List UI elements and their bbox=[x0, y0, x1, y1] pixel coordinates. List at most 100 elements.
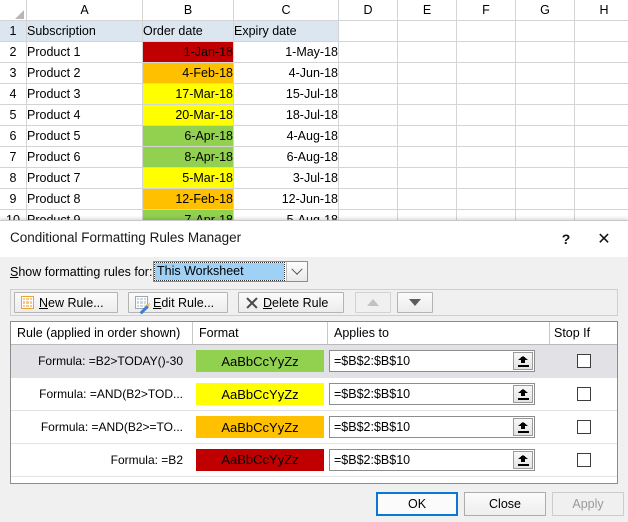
column-header-f[interactable]: F bbox=[457, 0, 516, 21]
cell-a2[interactable]: Product 1 bbox=[27, 42, 143, 63]
cell-f3[interactable] bbox=[457, 63, 516, 84]
cell-h3[interactable] bbox=[575, 63, 628, 84]
cell-g5[interactable] bbox=[516, 105, 575, 126]
select-all-corner[interactable] bbox=[0, 0, 27, 21]
move-rule-up-button[interactable] bbox=[355, 292, 391, 313]
cell-h2[interactable] bbox=[575, 42, 628, 63]
row-header-5[interactable]: 5 bbox=[0, 105, 27, 126]
cell-b4[interactable]: 17-Mar-18 bbox=[143, 84, 234, 105]
cell-f7[interactable] bbox=[457, 147, 516, 168]
cell-e9[interactable] bbox=[398, 189, 457, 210]
table-row[interactable]: 5Product 420-Mar-1818-Jul-18 bbox=[0, 105, 628, 126]
cell-h6[interactable] bbox=[575, 126, 628, 147]
cell-h9[interactable] bbox=[575, 189, 628, 210]
cell-e1[interactable] bbox=[398, 21, 457, 42]
chevron-down-icon[interactable] bbox=[286, 262, 307, 281]
cell-d9[interactable] bbox=[339, 189, 398, 210]
ok-button[interactable]: OK bbox=[376, 492, 458, 516]
rules-list[interactable]: Rule (applied in order shown) Format App… bbox=[10, 321, 618, 484]
cell-a3[interactable]: Product 2 bbox=[27, 63, 143, 84]
cell-c1[interactable]: Expiry date bbox=[234, 21, 339, 42]
stop-if-true-checkbox[interactable] bbox=[577, 420, 591, 434]
cell-a1[interactable]: Subscription bbox=[27, 21, 143, 42]
applies-to-input[interactable]: =$B$2:$B$10 bbox=[329, 416, 535, 438]
table-row[interactable]: 1 Subscription Order date Expiry date bbox=[0, 21, 628, 42]
cell-h4[interactable] bbox=[575, 84, 628, 105]
cell-e2[interactable] bbox=[398, 42, 457, 63]
range-selector-icon[interactable] bbox=[513, 451, 533, 469]
rule-row[interactable]: Formula: =AND(B2>=TO...AaBbCcYyZz=$B$2:$… bbox=[11, 411, 617, 444]
cell-d1[interactable] bbox=[339, 21, 398, 42]
cell-b5[interactable]: 20-Mar-18 bbox=[143, 105, 234, 126]
cell-b3[interactable]: 4-Feb-18 bbox=[143, 63, 234, 84]
cell-b1[interactable]: Order date bbox=[143, 21, 234, 42]
cell-a8[interactable]: Product 7 bbox=[27, 168, 143, 189]
help-icon[interactable]: ? bbox=[546, 221, 586, 257]
applies-to-input[interactable]: =$B$2:$B$10 bbox=[329, 449, 535, 471]
row-header-4[interactable]: 4 bbox=[0, 84, 27, 105]
stop-if-true-checkbox[interactable] bbox=[577, 387, 591, 401]
cell-a9[interactable]: Product 8 bbox=[27, 189, 143, 210]
cell-b9[interactable]: 12-Feb-18 bbox=[143, 189, 234, 210]
rule-format-preview[interactable]: AaBbCcYyZz bbox=[196, 350, 324, 372]
move-rule-down-button[interactable] bbox=[397, 292, 433, 313]
table-row[interactable]: 7Product 68-Apr-186-Aug-18 bbox=[0, 147, 628, 168]
cell-g8[interactable] bbox=[516, 168, 575, 189]
cell-c9[interactable]: 12-Jun-18 bbox=[234, 189, 339, 210]
cell-d4[interactable] bbox=[339, 84, 398, 105]
rule-row[interactable]: Formula: =AND(B2>TOD...AaBbCcYyZz=$B$2:$… bbox=[11, 378, 617, 411]
column-header-h[interactable]: H bbox=[575, 0, 628, 21]
cell-g9[interactable] bbox=[516, 189, 575, 210]
rule-format-preview[interactable]: AaBbCcYyZz bbox=[196, 449, 324, 471]
cell-d2[interactable] bbox=[339, 42, 398, 63]
row-header-9[interactable]: 9 bbox=[0, 189, 27, 210]
cell-e6[interactable] bbox=[398, 126, 457, 147]
cell-d5[interactable] bbox=[339, 105, 398, 126]
cell-f4[interactable] bbox=[457, 84, 516, 105]
cell-c3[interactable]: 4-Jun-18 bbox=[234, 63, 339, 84]
row-header-8[interactable]: 8 bbox=[0, 168, 27, 189]
cell-g3[interactable] bbox=[516, 63, 575, 84]
cell-e3[interactable] bbox=[398, 63, 457, 84]
cell-c4[interactable]: 15-Jul-18 bbox=[234, 84, 339, 105]
stop-if-true-cell[interactable] bbox=[550, 345, 617, 377]
row-header-3[interactable]: 3 bbox=[0, 63, 27, 84]
cell-a7[interactable]: Product 6 bbox=[27, 147, 143, 168]
cell-d8[interactable] bbox=[339, 168, 398, 189]
cell-c5[interactable]: 18-Jul-18 bbox=[234, 105, 339, 126]
cell-g4[interactable] bbox=[516, 84, 575, 105]
cell-c7[interactable]: 6-Aug-18 bbox=[234, 147, 339, 168]
delete-rule-button[interactable]: Delete Rule bbox=[238, 292, 344, 313]
range-selector-icon[interactable] bbox=[513, 385, 533, 403]
cell-h8[interactable] bbox=[575, 168, 628, 189]
cell-d3[interactable] bbox=[339, 63, 398, 84]
rule-format-preview[interactable]: AaBbCcYyZz bbox=[196, 383, 324, 405]
applies-to-input[interactable]: =$B$2:$B$10 bbox=[329, 350, 535, 372]
rule-format-preview[interactable]: AaBbCcYyZz bbox=[196, 416, 324, 438]
cell-c2[interactable]: 1-May-18 bbox=[234, 42, 339, 63]
column-header-d[interactable]: D bbox=[339, 0, 398, 21]
cell-c8[interactable]: 3-Jul-18 bbox=[234, 168, 339, 189]
rule-row[interactable]: Formula: =B2AaBbCcYyZz=$B$2:$B$10 bbox=[11, 444, 617, 477]
cell-f6[interactable] bbox=[457, 126, 516, 147]
cell-e5[interactable] bbox=[398, 105, 457, 126]
cell-g1[interactable] bbox=[516, 21, 575, 42]
cell-f5[interactable] bbox=[457, 105, 516, 126]
table-row[interactable]: 8Product 75-Mar-183-Jul-18 bbox=[0, 168, 628, 189]
row-header-7[interactable]: 7 bbox=[0, 147, 27, 168]
stop-if-true-checkbox[interactable] bbox=[577, 453, 591, 467]
row-header-2[interactable]: 2 bbox=[0, 42, 27, 63]
scope-dropdown[interactable]: This Worksheet bbox=[153, 261, 308, 282]
new-rule-button[interactable]: New Rule... bbox=[14, 292, 118, 313]
cell-b8[interactable]: 5-Mar-18 bbox=[143, 168, 234, 189]
spreadsheet[interactable]: A B C D E F G H 1 Subscription Order dat… bbox=[0, 0, 628, 222]
cell-f9[interactable] bbox=[457, 189, 516, 210]
cell-g6[interactable] bbox=[516, 126, 575, 147]
spreadsheet-grid[interactable]: A B C D E F G H 1 Subscription Order dat… bbox=[0, 0, 628, 231]
range-selector-icon[interactable] bbox=[513, 418, 533, 436]
row-header-1[interactable]: 1 bbox=[0, 21, 27, 42]
close-button[interactable]: Close bbox=[464, 492, 546, 516]
cell-f2[interactable] bbox=[457, 42, 516, 63]
cell-h1[interactable] bbox=[575, 21, 628, 42]
cell-e7[interactable] bbox=[398, 147, 457, 168]
